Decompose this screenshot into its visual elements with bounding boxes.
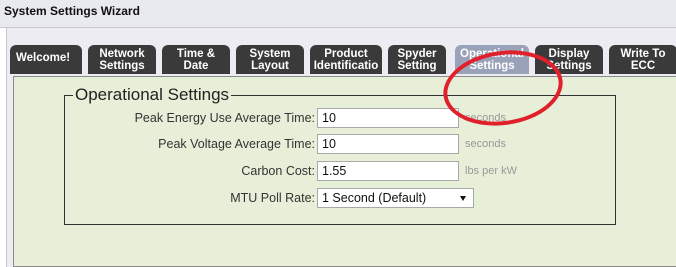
tab-label-line2: ECC [630, 60, 656, 72]
peak-voltage-input[interactable]: 10 [317, 134, 459, 154]
tab-label-line1: Write To [620, 48, 666, 60]
group-legend: Operational Settings [75, 85, 230, 104]
peak-voltage-unit: seconds [465, 138, 506, 150]
tab-operational-settings[interactable]: Operational Settings [455, 45, 529, 74]
tab-label-line2: Identificatio [313, 60, 379, 72]
tab-spyder-settings[interactable]: Spyder Setting [388, 45, 446, 74]
tab-label-line2: Layout [251, 60, 289, 72]
wizard-container: Welcome! Network Settings Time & Date Sy… [6, 28, 676, 267]
poll-rate-label: MTU Poll Rate: [230, 191, 315, 205]
field-row-peak-energy: Peak Energy Use Average Time: [14, 108, 315, 128]
tab-label-line2: Setting [397, 60, 437, 72]
field-row-peak-voltage: Peak Voltage Average Time: [14, 134, 315, 154]
tab-product-identification[interactable]: Product Identificatio [310, 45, 382, 74]
tab-write-to-ecc[interactable]: Write To ECC [609, 45, 676, 74]
tab-welcome-label: Welcome! [16, 52, 71, 64]
peak-energy-label: Peak Energy Use Average Time: [134, 111, 315, 125]
peak-energy-input[interactable]: 10 [317, 108, 459, 128]
tab-welcome[interactable]: Welcome! [10, 45, 82, 74]
tab-time-date[interactable]: Time & Date [162, 45, 230, 74]
tab-label-line1: Time & [176, 48, 216, 60]
field-row-poll-rate: MTU Poll Rate: [14, 188, 315, 208]
tab-network-settings[interactable]: Network Settings [88, 45, 156, 74]
tab-label-line1: Product [324, 48, 368, 60]
operational-settings-panel: Operational Settings Peak Energy Use Ave… [13, 76, 676, 267]
carbon-cost-label: Carbon Cost: [241, 164, 315, 178]
poll-rate-selected-value: 1 Second (Default) [322, 191, 427, 205]
dropdown-arrow-icon [460, 196, 466, 201]
peak-energy-unit: seconds [465, 112, 506, 124]
tab-system-layout[interactable]: System Layout [236, 45, 304, 74]
window-title: System Settings Wizard [4, 4, 140, 18]
tab-label-line1: Spyder [397, 48, 437, 60]
tab-display-settings[interactable]: Display Settings [535, 45, 603, 74]
tab-label-line2: Settings [99, 60, 145, 72]
carbon-cost-unit: lbs per kW [465, 165, 517, 177]
tab-label-line2: Date [183, 60, 209, 72]
field-row-carbon-cost: Carbon Cost: [14, 161, 315, 181]
peak-voltage-label: Peak Voltage Average Time: [158, 137, 315, 151]
tab-label-line1: Display [548, 48, 590, 60]
tab-label-line1: System [249, 48, 291, 60]
tab-label-line1: Operational [460, 48, 524, 60]
tab-label-line2: Settings [546, 60, 592, 72]
title-bar: System Settings Wizard [0, 0, 676, 28]
tab-label-line1: Network [99, 48, 145, 60]
tab-label-line2: Settings [469, 60, 515, 72]
carbon-cost-input[interactable]: 1.55 [317, 161, 459, 181]
poll-rate-select[interactable]: 1 Second (Default) [317, 188, 474, 208]
